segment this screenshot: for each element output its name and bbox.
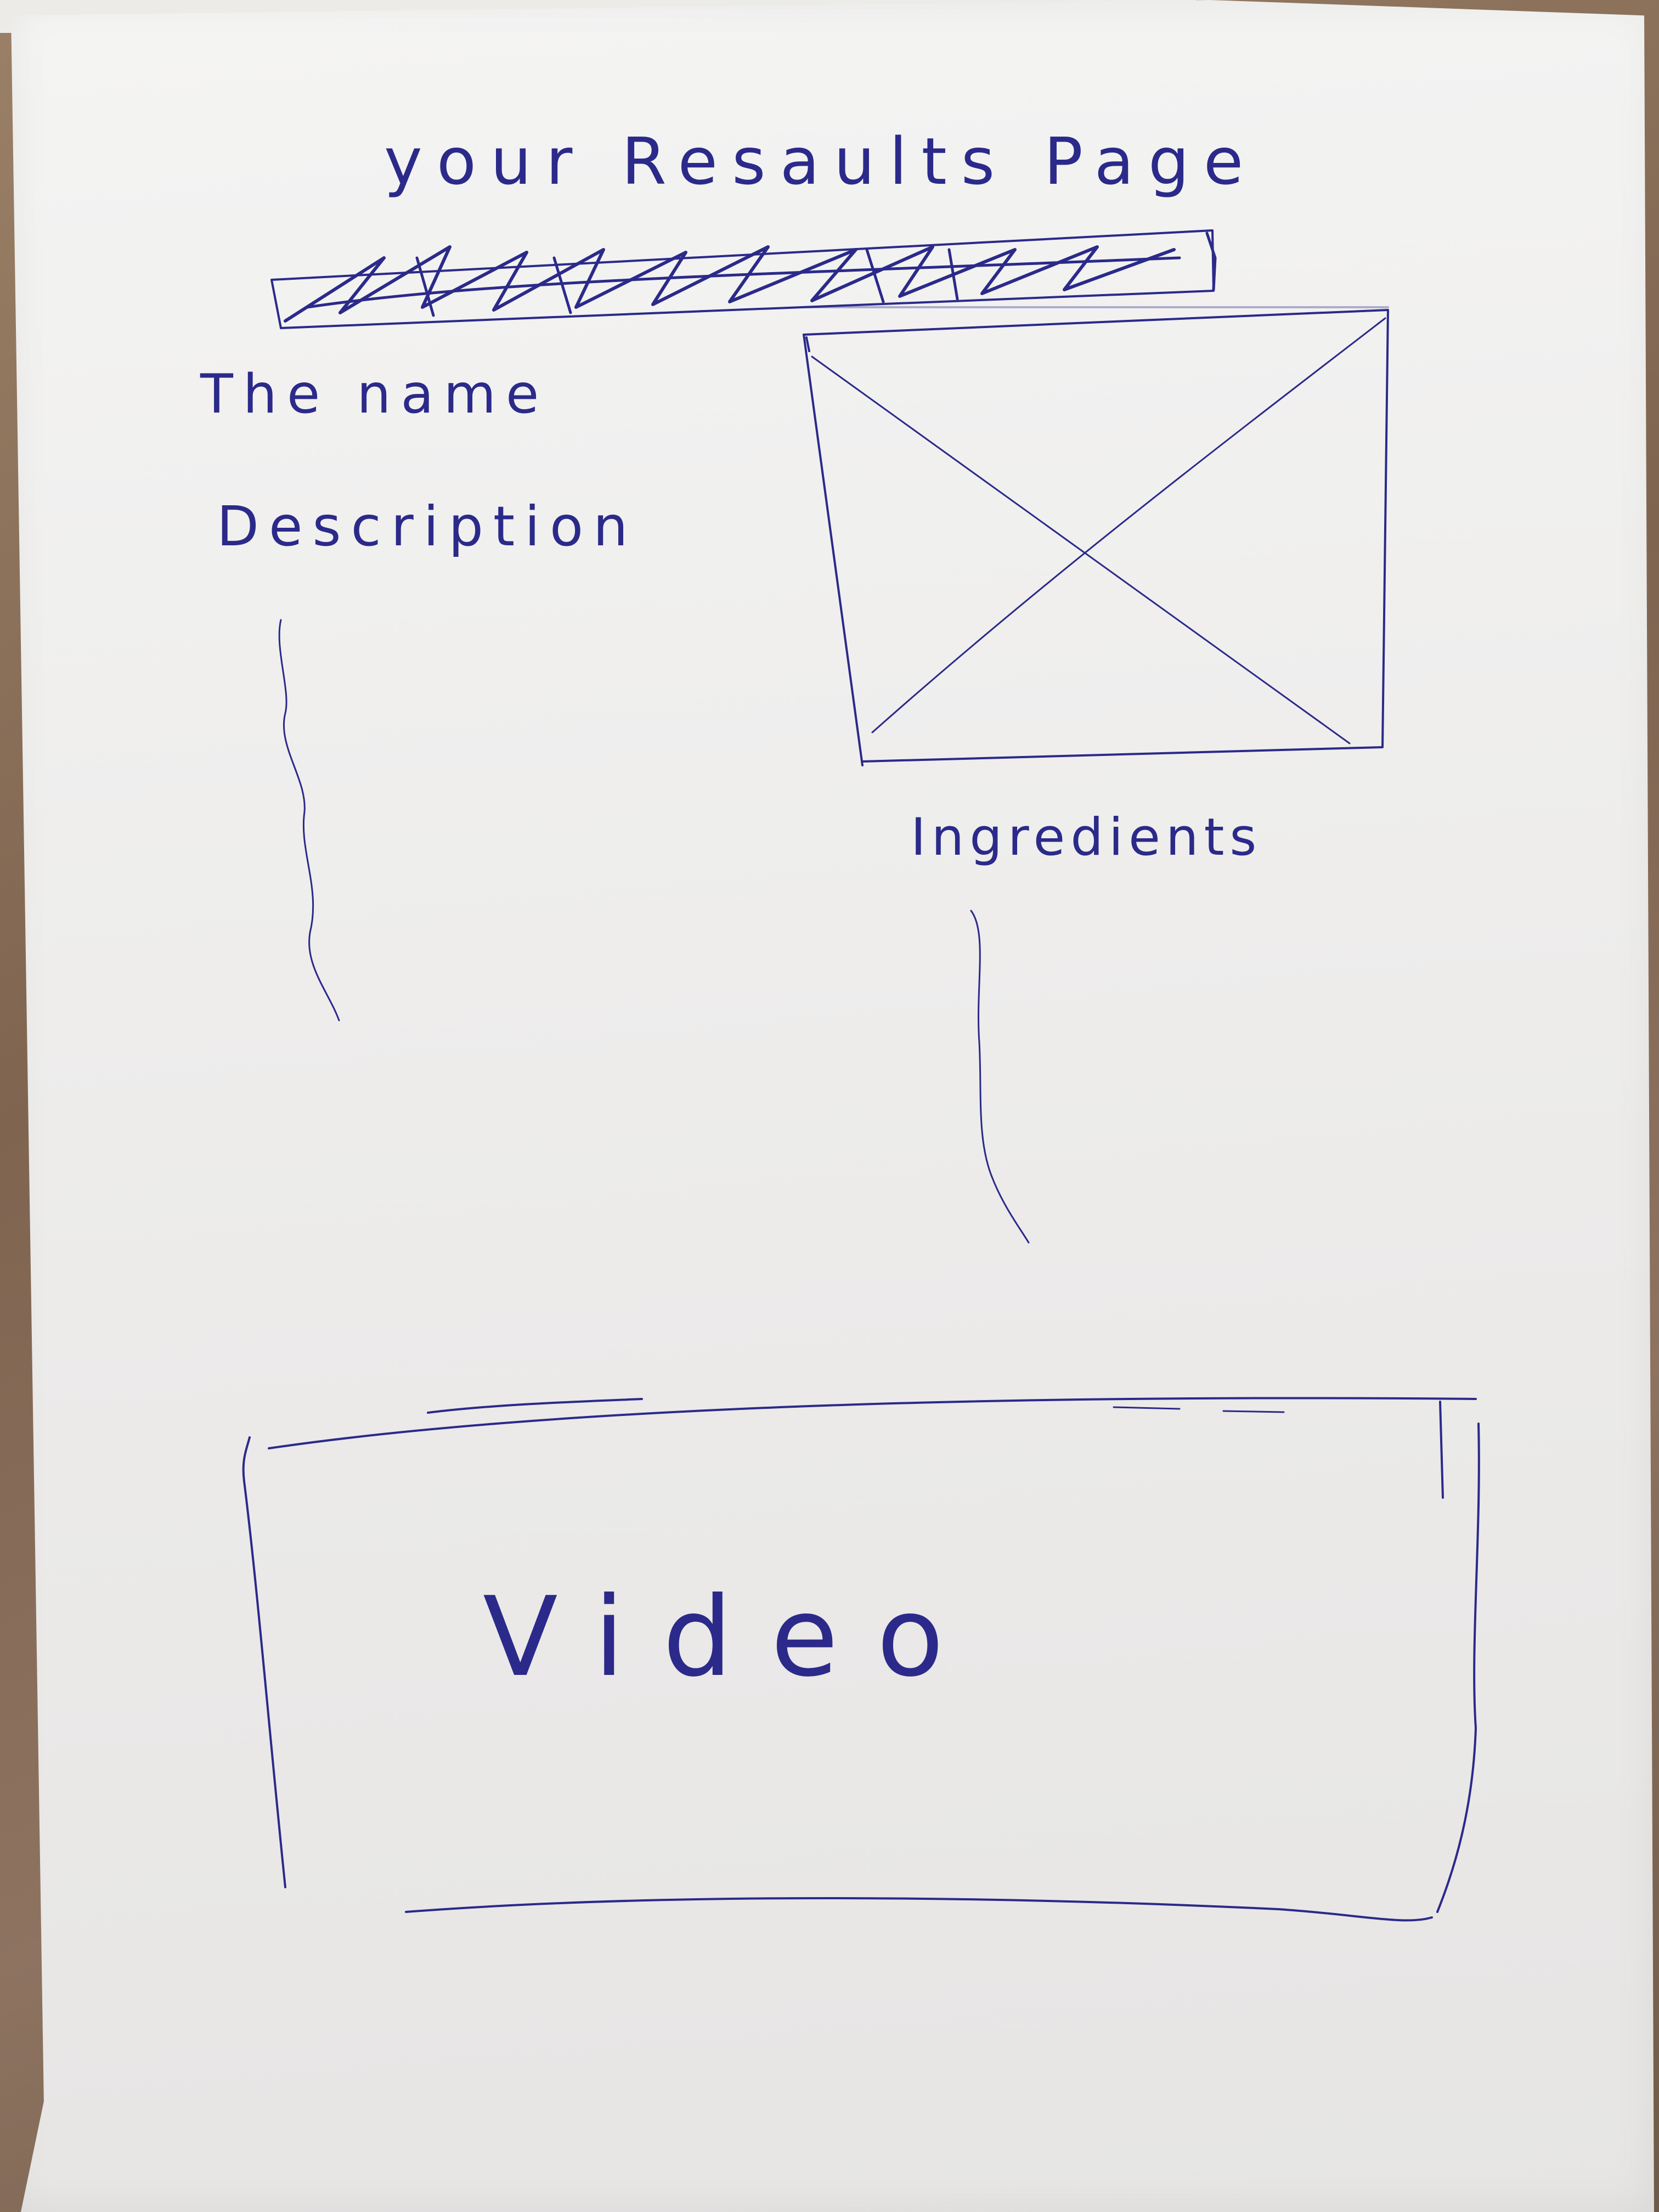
ingredients-label: Ingredients	[911, 808, 1262, 867]
ingredients-content-line	[970, 910, 1030, 1244]
scribbled-header-bar	[270, 229, 1217, 329]
name-label: The name	[200, 363, 549, 426]
image-placeholder	[801, 306, 1389, 766]
photo-scene: your Resaults Page The name Description …	[0, 0, 1659, 2212]
description-content-line	[278, 619, 340, 1022]
sketch-drawing	[242, 229, 1480, 1922]
video-label: Video	[483, 1573, 983, 1701]
description-label: Description	[217, 494, 638, 558]
page-title: your Resaults Page	[384, 123, 1258, 199]
